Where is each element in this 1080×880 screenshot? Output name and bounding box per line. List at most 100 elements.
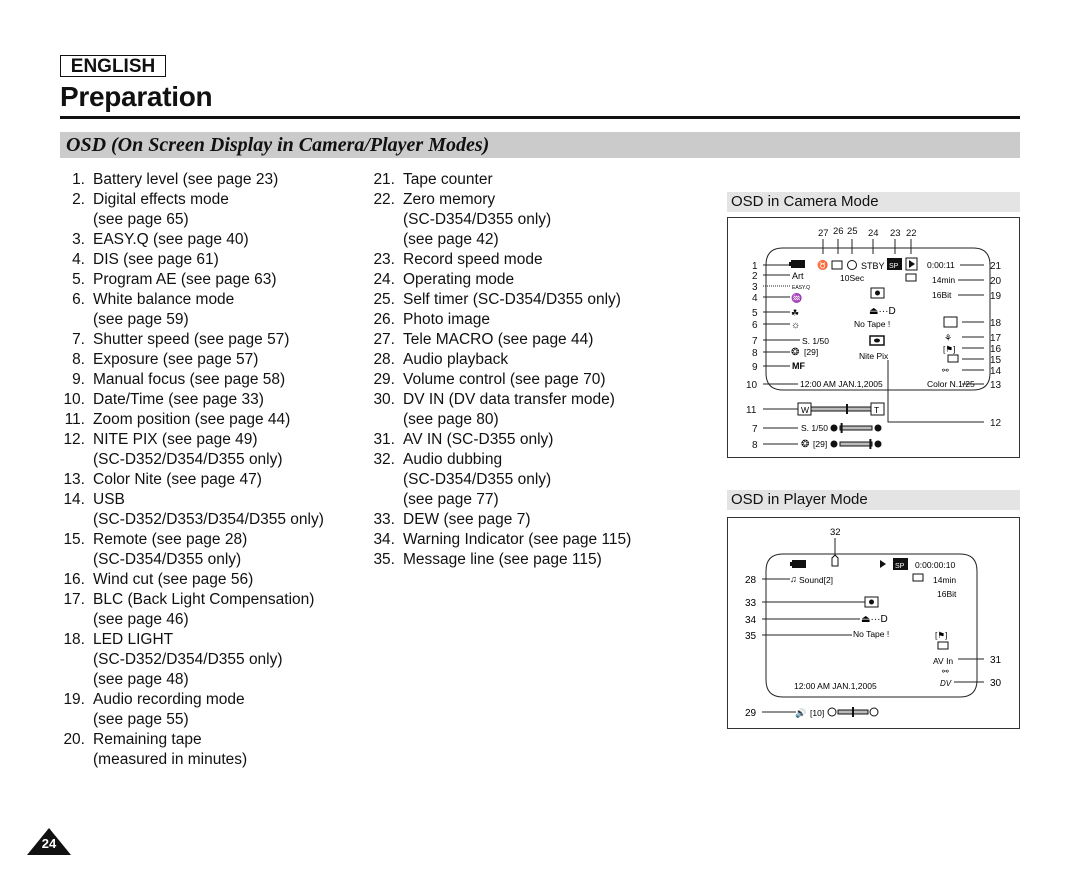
list-item-text: NITE PIX (see page 49) (SC-D352/D354/D35… — [93, 431, 283, 468]
callout-15: 15 — [990, 355, 1002, 366]
list-item-number: 30. — [373, 391, 395, 408]
nite-pix-text: Nite Pix — [859, 351, 889, 361]
sound-text: Sound[2] — [799, 575, 833, 585]
callout-21: 21 — [990, 261, 1002, 272]
list-item-number: 32. — [373, 451, 395, 468]
callout-6: 6 — [752, 320, 758, 331]
callout-11: 11 — [746, 405, 757, 416]
list-item: 5. Program AE (see page 63) — [60, 270, 324, 290]
manual-focus-text: MF — [792, 361, 805, 371]
usb-icon: ⚯ — [942, 366, 949, 375]
tele-macro-icon: ♉ — [817, 259, 828, 270]
list-item: 8. Exposure (see page 57) — [60, 350, 324, 370]
list-item: 26. Photo image — [370, 310, 631, 330]
list-item: 23. Record speed mode — [370, 250, 631, 270]
top-callouts: 27 26 25 24 23 22 — [818, 226, 917, 239]
list-item-text: Tape counter — [403, 171, 493, 188]
callout-27: 27 — [818, 228, 829, 239]
camera-mode-heading-bar: OSD in Camera Mode — [727, 192, 1020, 212]
player-osd-figure: 32 SP 0:00:00:10 14min 16Bit 28 33 34 35… — [745, 527, 1002, 719]
list-item-text: Digital effects mode (see page 65) — [93, 191, 229, 228]
list-item-text: Exposure (see page 57) — [93, 351, 259, 368]
list-item-text: Volume control (see page 70) — [403, 371, 606, 388]
warning-text: ⏏···D — [869, 306, 896, 317]
list-item-number: 8. — [72, 351, 85, 368]
right-callouts: 31 30 — [990, 655, 1002, 689]
list-item: 11. Zoom position (see page 44) — [60, 410, 324, 430]
list-item: 13. Color Nite (see page 47) — [60, 470, 324, 490]
language-badge: ENGLISH — [60, 55, 166, 77]
list-item-text: Manual focus (see page 58) — [93, 371, 286, 388]
list-item-number: 18. — [63, 631, 85, 648]
volume-up-button — [869, 707, 879, 717]
callout-3: 3 — [752, 282, 758, 293]
usb-grid-icon — [937, 641, 949, 650]
callout-8b: 8 — [752, 440, 758, 451]
list-item-number: 7. — [72, 331, 85, 348]
list-item-text: Shutter speed (see page 57) — [93, 331, 290, 348]
list-item: 4. DIS (see page 61) — [60, 250, 324, 270]
exposure-track — [839, 441, 873, 447]
list-item: 33. DEW (see page 7) — [370, 510, 631, 530]
list-item-text: BLC (Back Light Compensation) (see page … — [93, 591, 315, 628]
callout-14: 14 — [990, 366, 1002, 377]
page-number: 24 — [41, 836, 57, 851]
list-item: 32. Audio dubbing (SC-D354/D355 only) (se… — [370, 450, 631, 510]
callout-12: 12 — [990, 418, 1002, 429]
exposure-thumb — [869, 439, 872, 449]
list-item-number: 1. — [72, 171, 85, 188]
remote-icon: ⚘ — [944, 333, 952, 343]
list-item-text: Warning Indicator (see page 115) — [403, 531, 632, 548]
list-item-text: Date/Time (see page 33) — [93, 391, 264, 408]
list-item-text: EASY.Q (see page 40) — [93, 231, 249, 248]
callout-10: 10 — [746, 380, 758, 391]
shutter-bar-text: S. 1/50 — [801, 423, 828, 433]
list-item-text: Photo image — [403, 311, 491, 328]
callout-22: 22 — [906, 228, 917, 239]
title-rule — [60, 116, 1020, 119]
record-speed-text: SP — [895, 563, 905, 570]
list-item-text: Remote (see page 28) (SC-D354/D355 only) — [93, 531, 248, 568]
callout-26: 26 — [833, 226, 844, 237]
list-item: 1. Battery level (see page 23) — [60, 170, 324, 190]
list-item: 16. Wind cut (see page 56) — [60, 570, 324, 590]
list-item: 21. Tape counter — [370, 170, 631, 190]
tape-icon — [905, 273, 917, 282]
right-callouts: 21 20 19 18 17 16 15 14 13 12 — [990, 261, 1002, 429]
list-item-text: Self timer (SC-D354/D355 only) — [403, 291, 621, 308]
list-item-text: DV IN (DV data transfer mode) (see page … — [403, 391, 615, 428]
list-item-number: 24. — [373, 271, 395, 288]
warning-text: ⏏···D — [861, 614, 888, 625]
list-item-text: Program AE (see page 63) — [93, 271, 277, 288]
white-balance-icon: ☼ — [791, 320, 800, 331]
list-item-number: 33. — [373, 511, 395, 528]
blc-icon — [943, 316, 958, 328]
camera-mode-diagram: 27 26 25 24 23 22 1 2 3 4 5 6 7 8 9 10 1… — [727, 217, 1020, 458]
record-speed-text: SP — [889, 263, 899, 270]
list-item-text: LED LIGHT (SC-D352/D354/D355 only) (see … — [93, 631, 283, 688]
list-item-number: 13. — [63, 471, 85, 488]
callout-30: 30 — [990, 678, 1002, 689]
list-item: 17. BLC (Back Light Compensation) (see pa… — [60, 590, 324, 630]
digital-effect-text: Art — [792, 271, 804, 281]
list-item-number: 4. — [72, 251, 85, 268]
callout-9: 9 — [752, 362, 758, 373]
audio-playback-icon: ♫ — [790, 574, 797, 584]
list-item: 12. NITE PIX (see page 49) (SC-D352/D354/… — [60, 430, 324, 470]
photo-image-icon — [831, 260, 843, 270]
list-item: 20. Remaining tape (measured in minutes) — [60, 730, 324, 770]
callout-28: 28 — [745, 575, 757, 586]
play-icon — [880, 560, 886, 568]
list-item-text: Remaining tape (measured in minutes) — [93, 731, 248, 768]
list-item-number: 2. — [72, 191, 85, 208]
list-item: 29. Volume control (see page 70) — [370, 370, 631, 390]
list-item: 18. LED LIGHT (SC-D352/D354/D355 only) (s… — [60, 630, 324, 690]
list-item-number: 25. — [373, 291, 395, 308]
list-item-text: Zero memory (SC-D354/D355 only) (see pag… — [403, 191, 552, 248]
camera-osd-figure: 27 26 25 24 23 22 1 2 3 4 5 6 7 8 9 10 1… — [746, 226, 1002, 451]
list-item: 34. Warning Indicator (see page 115) — [370, 530, 631, 550]
list-item: 7. Shutter speed (see page 57) — [60, 330, 324, 350]
message-text: No Tape ! — [853, 629, 889, 639]
right-callout-lines — [887, 264, 984, 423]
volume-thumb — [852, 707, 854, 717]
